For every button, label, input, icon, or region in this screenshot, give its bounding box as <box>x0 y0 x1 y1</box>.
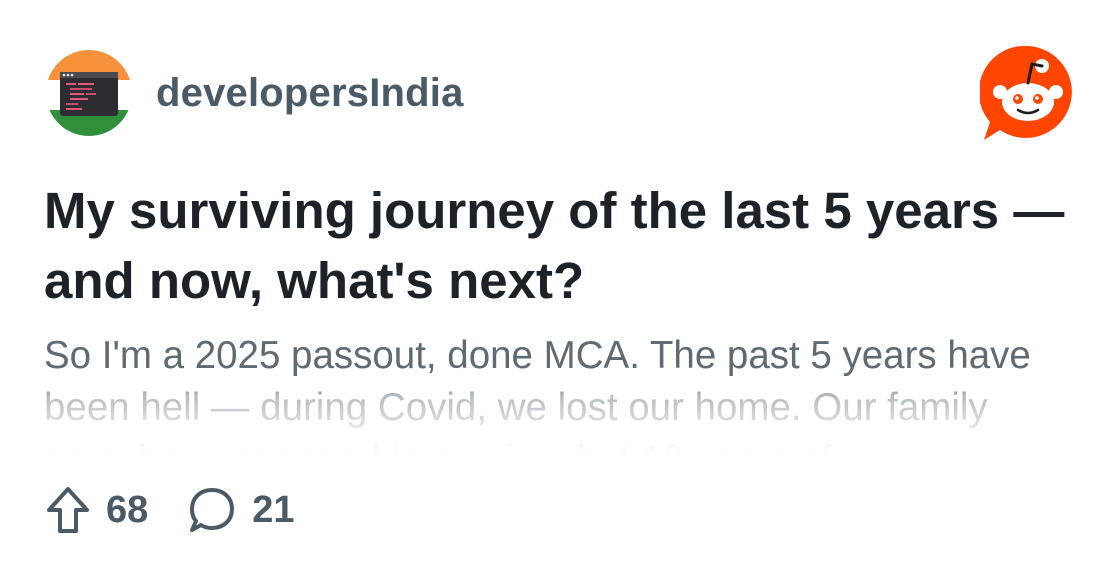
post-body-text: So I'm a 2025 passout, done MCA. The pas… <box>44 334 1031 454</box>
comment-bubble-icon <box>188 486 236 534</box>
comment-count: 21 <box>252 488 295 531</box>
upvote-button[interactable]: 68 <box>46 486 148 534</box>
post-footer: 68 21 <box>46 484 295 536</box>
post-body: So I'm a 2025 passout, done MCA. The pas… <box>44 330 1084 454</box>
comments-button[interactable]: 21 <box>188 486 295 534</box>
subreddit-name[interactable]: developersIndia <box>156 71 464 116</box>
subreddit-avatar[interactable] <box>46 50 132 136</box>
post-header: developersIndia <box>46 50 464 136</box>
reddit-logo-icon[interactable] <box>978 44 1076 140</box>
india-flag-monitor-icon <box>46 50 132 136</box>
upvote-count: 68 <box>106 488 149 531</box>
upvote-arrow-icon <box>46 486 90 534</box>
post-card[interactable]: developersIndia My surviving journey of … <box>0 0 1120 584</box>
post-title[interactable]: My surviving journey of the last 5 years… <box>44 176 1074 316</box>
